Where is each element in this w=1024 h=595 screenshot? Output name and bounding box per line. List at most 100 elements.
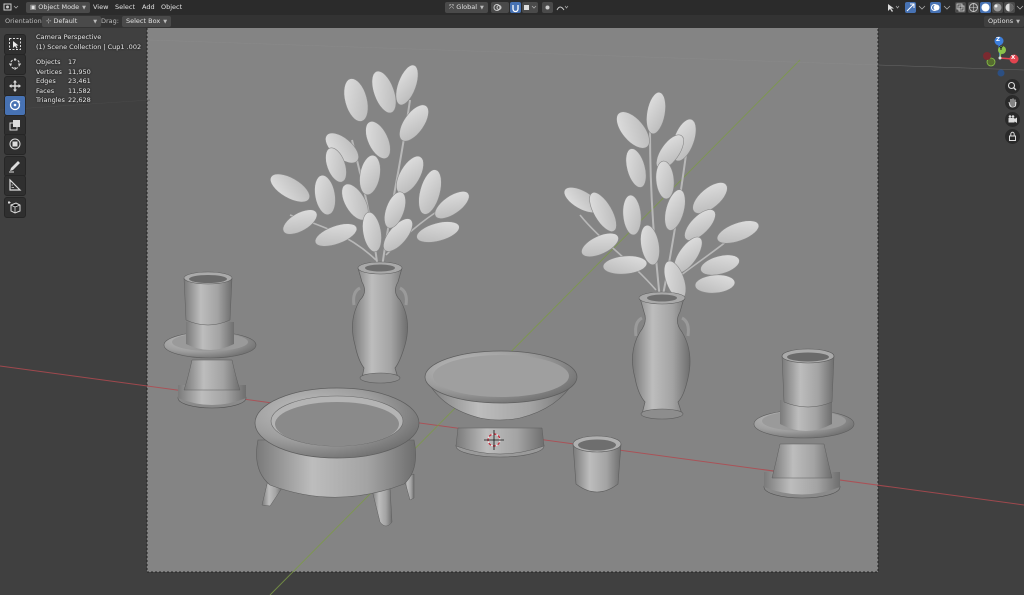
shading-solid-button[interactable] xyxy=(980,2,991,13)
select-box-tool[interactable] xyxy=(4,34,26,55)
zoom-icon xyxy=(1007,81,1017,91)
3d-viewport[interactable]: Z X Y xyxy=(0,28,1024,595)
shading-rendered-button[interactable] xyxy=(1004,2,1015,13)
wireframe-shading-icon xyxy=(969,3,978,12)
gizmo-toggle[interactable] xyxy=(905,2,916,13)
proportional-edit-icon xyxy=(545,5,550,10)
mode-label: Object Mode xyxy=(38,3,80,11)
shading-dropdown[interactable] xyxy=(1016,2,1024,13)
camera-view-icon xyxy=(1008,115,1017,123)
transform-orientation-dropdown[interactable]: ⤧ Global ▼ xyxy=(445,2,488,13)
chevron-down-icon: ▼ xyxy=(163,19,168,25)
drag-value: Select Box xyxy=(126,17,161,25)
mode-dropdown[interactable]: ▣ Object Mode ▼ xyxy=(26,2,91,13)
overlays-toggle[interactable] xyxy=(930,2,941,13)
hand-pan-icon xyxy=(1008,98,1017,108)
gizmo-dropdown[interactable] xyxy=(917,2,927,13)
editor-type-icon xyxy=(3,3,19,11)
viewport-header: ▣ Object Mode ▼ View Select Add Object ⤧ … xyxy=(0,0,1024,16)
stat-value: 11,582 xyxy=(68,86,91,95)
cursor-tool-icon xyxy=(9,58,21,70)
stat-value: 17 xyxy=(68,58,77,66)
camera-view-button[interactable] xyxy=(1005,112,1020,127)
stat-row: Edges 23,461 xyxy=(36,77,141,87)
orientation-value: Default xyxy=(53,17,78,25)
annotate-tool-icon xyxy=(9,161,20,173)
collection-info: (1) Scene Collection | Cup1 .002 xyxy=(36,42,142,51)
falloff-icon xyxy=(556,5,569,11)
move-tool[interactable] xyxy=(4,76,26,97)
chevron-down-icon: ▼ xyxy=(93,19,98,25)
material-shading-icon xyxy=(993,3,1002,12)
orientation-gizmo-icon: ⊹ xyxy=(46,17,54,25)
shading-material-button[interactable] xyxy=(992,2,1003,13)
gizmo-x-label: X xyxy=(1011,55,1016,61)
stat-label: Faces xyxy=(36,86,55,95)
rotate-tool[interactable] xyxy=(4,95,26,116)
rendered-shading-icon xyxy=(1005,3,1014,12)
menu-add[interactable]: Add xyxy=(142,2,155,13)
overlays-icon xyxy=(931,4,940,11)
lock-camera-button[interactable] xyxy=(1005,129,1020,144)
chevron-down-icon xyxy=(1016,5,1024,10)
drag-dropdown[interactable]: Select Box ▼ xyxy=(122,16,172,27)
stat-row: Faces 11,582 xyxy=(36,87,141,97)
orientation-label: Orientation: xyxy=(5,17,44,25)
stat-row: Triangles 22,628 xyxy=(36,96,141,106)
chevron-down-icon: ▼ xyxy=(82,5,87,11)
stat-label: Objects xyxy=(36,58,61,66)
cursor-tool[interactable] xyxy=(4,54,26,75)
add-cube-tool-icon xyxy=(8,201,21,214)
pivot-icon xyxy=(493,4,502,11)
zoom-button[interactable] xyxy=(1005,79,1020,94)
rotate-tool-icon xyxy=(9,99,21,111)
viewport-canvas xyxy=(0,28,1024,595)
object-mode-icon: ▣ xyxy=(30,3,39,11)
stat-value: 23,461 xyxy=(68,77,91,85)
snap-icon xyxy=(512,5,519,13)
visibility-dropdown[interactable] xyxy=(885,2,901,13)
menu-view[interactable]: View xyxy=(93,2,108,13)
select-box-tool-icon xyxy=(9,38,21,50)
small-cup[interactable] xyxy=(572,435,622,493)
solid-shading-icon xyxy=(981,3,990,12)
stat-row: Objects 17 xyxy=(36,58,141,68)
editor-type-button[interactable] xyxy=(3,2,19,13)
viewport-stats-overlay: Camera Perspective (1) Scene Collection … xyxy=(36,33,141,106)
options-dropdown[interactable]: Options ▼ xyxy=(984,16,1024,27)
chevron-down-icon: ▼ xyxy=(480,5,484,11)
stat-row: Vertices 11,950 xyxy=(36,68,141,78)
lock-icon xyxy=(1009,131,1016,141)
transform-tool[interactable] xyxy=(4,134,26,155)
pivot-point-button[interactable] xyxy=(491,2,509,13)
scale-tool[interactable] xyxy=(4,115,26,136)
xray-toggle[interactable] xyxy=(955,2,966,13)
gizmo-y-label: Y xyxy=(999,46,1003,52)
overlays-dropdown[interactable] xyxy=(942,2,952,13)
pan-button[interactable] xyxy=(1005,95,1020,110)
measure-tool[interactable] xyxy=(4,175,26,196)
gizmo-z-label: Z xyxy=(996,37,1000,43)
shading-wireframe-button[interactable] xyxy=(968,2,979,13)
menu-select[interactable]: Select xyxy=(115,2,135,13)
add-cube-tool[interactable] xyxy=(4,197,26,218)
tool-settings-bar: Orientation: ⊹ Default ▼ Drag: Select Box… xyxy=(0,15,1024,28)
chevron-down-icon xyxy=(918,5,926,10)
options-label: Options xyxy=(988,17,1014,25)
view-name: Camera Perspective xyxy=(36,33,102,41)
stat-label: Edges xyxy=(36,77,56,85)
proportional-falloff-dropdown[interactable] xyxy=(555,2,569,13)
stat-label: Vertices xyxy=(36,67,62,76)
snap-increment-icon xyxy=(524,5,537,10)
orientation-dropdown[interactable]: ⊹ Default ▼ xyxy=(42,16,102,27)
menu-object[interactable]: Object xyxy=(161,2,182,13)
chevron-down-icon: ▼ xyxy=(1016,19,1020,25)
annotate-tool[interactable] xyxy=(4,156,26,177)
snap-toggle[interactable] xyxy=(510,2,521,13)
snap-element-dropdown[interactable] xyxy=(522,2,538,13)
selectability-icon xyxy=(888,4,900,12)
orientation-label: Global xyxy=(456,3,478,11)
proportional-edit-toggle[interactable] xyxy=(542,2,553,13)
gizmo-icon xyxy=(906,3,915,12)
measure-tool-icon xyxy=(9,178,22,191)
